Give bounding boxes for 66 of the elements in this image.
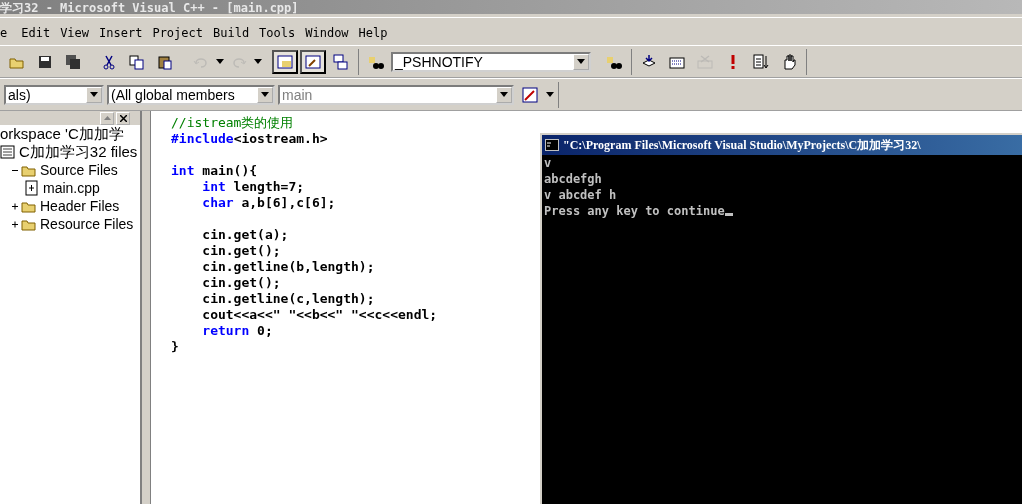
tree-item[interactable]: Source Files	[40, 162, 118, 178]
window-icon	[305, 53, 321, 70]
tree-item[interactable]: main.cpp	[43, 180, 100, 196]
panel-icon	[277, 53, 293, 70]
menu-item[interactable]: Insert	[99, 26, 149, 40]
menu-item[interactable]: Help	[358, 26, 394, 40]
save-all-icon	[65, 53, 81, 70]
caret-icon	[546, 92, 554, 97]
caret-icon	[500, 92, 508, 97]
menu-item[interactable]: Window	[305, 26, 355, 40]
code-line: cin.get(a);	[201, 227, 289, 243]
hand-icon	[781, 53, 797, 70]
caret-icon	[254, 59, 262, 64]
menu-item[interactable]: View	[60, 26, 96, 40]
tree-item[interactable]: orkspace 'C加加学	[0, 124, 124, 144]
paste-icon	[157, 53, 173, 70]
list-arrow-icon	[753, 53, 769, 70]
maximize-button[interactable]	[100, 111, 114, 125]
code-line: cin.get();	[201, 243, 281, 259]
code-line: int main(){	[171, 163, 258, 179]
menu-item[interactable]: Tools	[259, 26, 302, 40]
console-title: "C:\Program Files\Microsoft Visual Studio\MyProjects\C加加学习32\	[563, 136, 921, 154]
code-line: #include<iostream.h>	[171, 131, 328, 147]
code-line: cin.getline(b,length);	[201, 259, 375, 275]
console-icon	[545, 139, 559, 151]
triangle-icon	[103, 116, 111, 120]
close-icon	[119, 114, 127, 122]
code-line: cin.getline(c,length);	[201, 291, 375, 307]
close-button[interactable]	[116, 111, 130, 125]
code-line: return 0;	[201, 323, 273, 339]
menu-item[interactable]: Edit	[21, 26, 57, 40]
file-icon	[24, 180, 40, 196]
console-line: abcdefgh	[544, 171, 602, 187]
code-line: //istream类的使用	[171, 115, 294, 131]
console-line: Press any key to continue	[544, 203, 725, 219]
caret-icon	[216, 59, 224, 64]
filter-combo[interactable]: (All global members	[107, 84, 275, 105]
caret-icon	[90, 92, 98, 97]
class-combo[interactable]: als)	[4, 84, 104, 105]
windows-icon	[333, 53, 349, 70]
wand-icon	[522, 86, 538, 103]
members-combo[interactable]: main	[278, 84, 514, 105]
plus-icon[interactable]	[12, 219, 18, 229]
code-line: }	[171, 339, 179, 355]
find-combo[interactable]: _PSHNOTIFY	[391, 51, 591, 72]
code-line: cin.get();	[201, 275, 281, 291]
toolbar-button[interactable]	[272, 49, 298, 74]
caret-icon	[261, 92, 269, 97]
plus-icon[interactable]	[12, 201, 18, 211]
save-icon	[37, 53, 53, 70]
window-title: 学习32 - Microsoft Visual C++ - [main.cpp]	[0, 2, 299, 14]
menu-item[interactable]: Build	[213, 26, 256, 40]
caret-icon	[577, 59, 585, 64]
code-line: char a,b[6],c[6];	[201, 195, 336, 211]
code-line: cout<<a<<" "<<b<<" "<<c<<endl;	[201, 307, 438, 323]
tree-item[interactable]: Resource Files	[40, 216, 134, 232]
copy-icon	[129, 53, 145, 70]
menu-item[interactable]: e	[0, 26, 18, 40]
menu-item[interactable]: Project	[152, 26, 209, 40]
scissors-icon	[101, 53, 117, 70]
tree-item[interactable]: Header Files	[40, 198, 120, 214]
code-line: int length=7;	[201, 179, 305, 195]
console-line: v	[544, 155, 552, 171]
console-line: v abcdef h	[544, 187, 617, 203]
tree-item[interactable]: C加加学习32 files	[19, 142, 138, 162]
toolbar-button[interactable]	[300, 49, 326, 74]
